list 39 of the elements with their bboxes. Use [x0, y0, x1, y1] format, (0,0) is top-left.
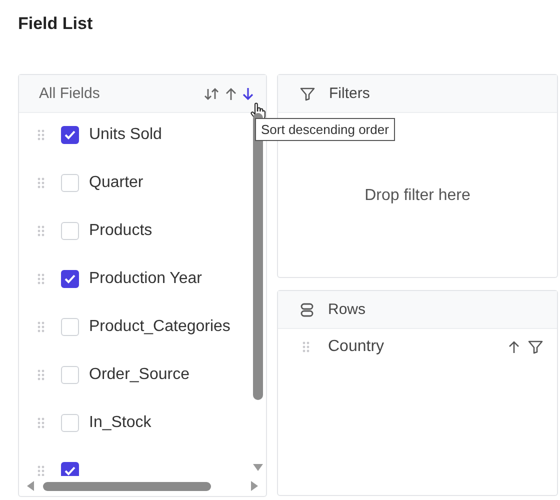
check-icon — [64, 130, 76, 140]
sort-icon[interactable] — [204, 86, 220, 100]
drag-handle-icon[interactable] — [37, 321, 45, 333]
field-label: Production Year — [89, 270, 202, 288]
panel-header: Rows — [328, 301, 366, 318]
filter-icon[interactable] — [528, 340, 543, 354]
field-label: Product_Categories — [89, 318, 230, 336]
arrow-up-icon[interactable] — [225, 86, 237, 100]
checkbox[interactable] — [61, 462, 79, 476]
drag-handle-icon[interactable] — [37, 417, 45, 429]
drag-handle-icon[interactable] — [37, 465, 45, 476]
drag-handle-icon[interactable] — [37, 369, 45, 381]
panel-title: Field List — [18, 14, 94, 35]
arrow-up-icon[interactable] — [508, 340, 520, 354]
filter-drop-zone[interactable]: Drop filter here — [278, 141, 557, 251]
field-label: Quarter — [89, 174, 144, 192]
scroll-right-icon[interactable] — [250, 481, 258, 491]
field-label: In_Stock — [89, 414, 152, 432]
drag-handle-icon[interactable] — [302, 341, 310, 353]
filter-icon — [300, 86, 315, 100]
checkbox[interactable] — [61, 126, 79, 144]
checkbox[interactable] — [61, 270, 79, 288]
drag-handle-icon[interactable] — [37, 273, 45, 285]
field-label: Units Sold — [89, 126, 162, 144]
panel-header: All Fields — [39, 85, 100, 102]
check-icon — [64, 274, 76, 284]
drag-handle-icon[interactable] — [37, 177, 45, 189]
drag-handle-icon[interactable] — [37, 225, 45, 237]
panel-header: Filters — [329, 85, 370, 102]
field-label: Country — [328, 338, 384, 356]
scroll-down-icon[interactable] — [253, 464, 263, 472]
tooltip: Sort descending order — [255, 118, 395, 141]
scroll-left-icon[interactable] — [27, 481, 35, 491]
rows-icon — [300, 302, 314, 316]
field-label: Products — [89, 222, 152, 240]
drag-handle-icon[interactable] — [37, 129, 45, 141]
field-label: Order_Source — [89, 366, 190, 384]
check-icon — [64, 466, 76, 476]
arrow-down-icon[interactable] — [242, 86, 254, 100]
